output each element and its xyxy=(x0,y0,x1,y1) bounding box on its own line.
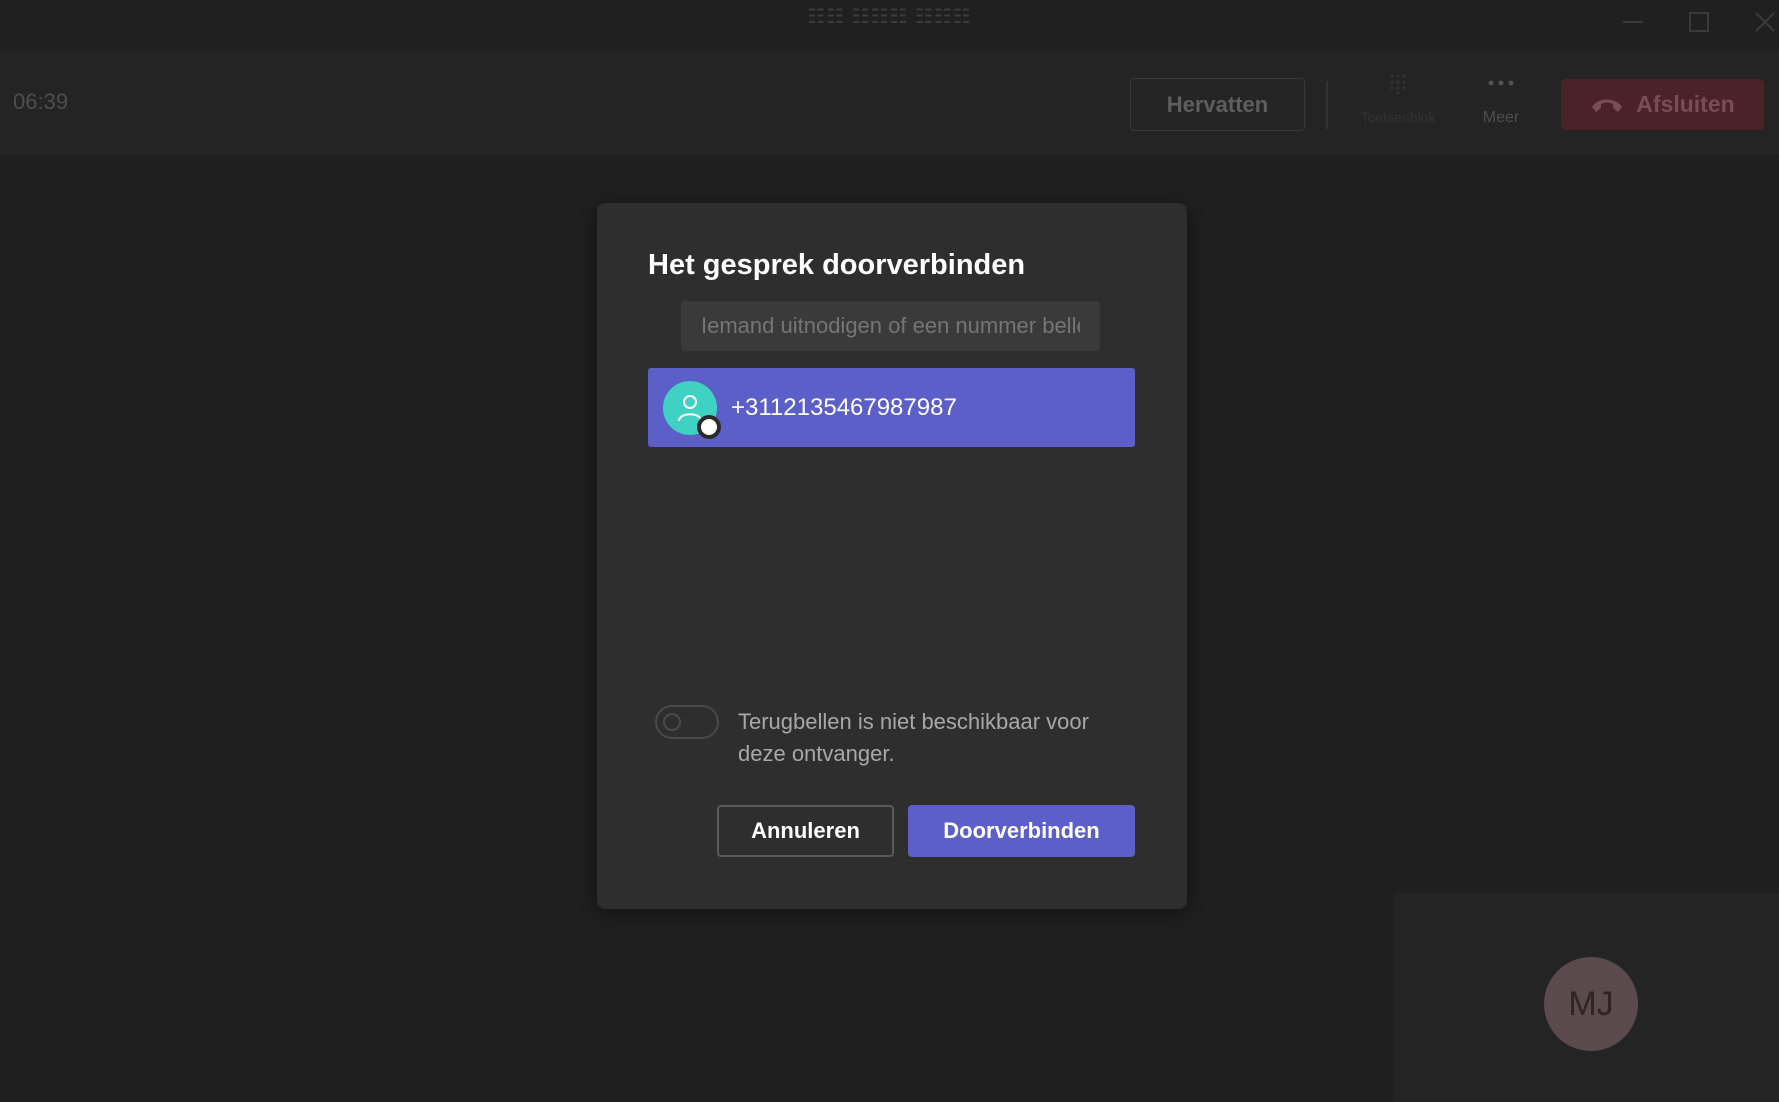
resume-button[interactable]: Hervatten xyxy=(1130,78,1305,131)
keypad-button[interactable]: Toetsenblok xyxy=(1345,71,1451,141)
presence-indicator xyxy=(697,414,721,439)
call-control-bar: 06:39 Hervatten Toetsenblok Meer Afsluit… xyxy=(0,53,1779,155)
suggestion-number: +3112135467987987 xyxy=(731,393,957,421)
window-title: ☷☷ ☷☷☷ ☷☷☷ xyxy=(807,6,972,28)
dialog-title: Het gesprek doorverbinden xyxy=(648,249,1026,281)
maximize-button[interactable] xyxy=(1669,0,1729,44)
transfer-dialog: Het gesprek doorverbinden +3112135467987… xyxy=(597,203,1187,909)
toolbar-divider xyxy=(1326,81,1328,129)
phone-hangup-icon xyxy=(1592,99,1623,112)
maximize-icon xyxy=(1689,12,1709,32)
keypad-icon xyxy=(1390,74,1406,95)
self-view-tile: MJ xyxy=(1394,893,1779,1102)
more-button[interactable]: Meer xyxy=(1466,71,1536,141)
more-icon xyxy=(1488,80,1514,86)
close-icon xyxy=(1755,12,1775,32)
transfer-button[interactable]: Doorverbinden xyxy=(908,805,1135,857)
more-label: Meer xyxy=(1482,109,1520,126)
self-avatar: MJ xyxy=(1544,957,1638,1051)
title-bar: ☷☷ ☷☷☷ ☷☷☷ xyxy=(0,0,1779,52)
call-timer: 06:39 xyxy=(13,89,69,114)
minimize-button[interactable] xyxy=(1603,0,1663,44)
callback-toggle[interactable] xyxy=(655,705,719,739)
invite-search-input[interactable] xyxy=(681,301,1100,351)
suggestion-item[interactable]: +3112135467987987 xyxy=(648,368,1135,447)
keypad-label: Toetsenblok xyxy=(1360,109,1436,125)
hangup-label: Afsluiten xyxy=(1636,91,1735,117)
minimize-icon xyxy=(1623,21,1643,23)
hangup-button[interactable]: Afsluiten xyxy=(1561,79,1764,130)
callback-toggle-label: Terugbellen is niet beschikbaar voor dez… xyxy=(738,709,1089,766)
cancel-button[interactable]: Annuleren xyxy=(717,805,894,857)
close-button[interactable] xyxy=(1735,0,1779,44)
toggle-knob xyxy=(663,713,681,731)
contact-avatar xyxy=(663,380,721,439)
